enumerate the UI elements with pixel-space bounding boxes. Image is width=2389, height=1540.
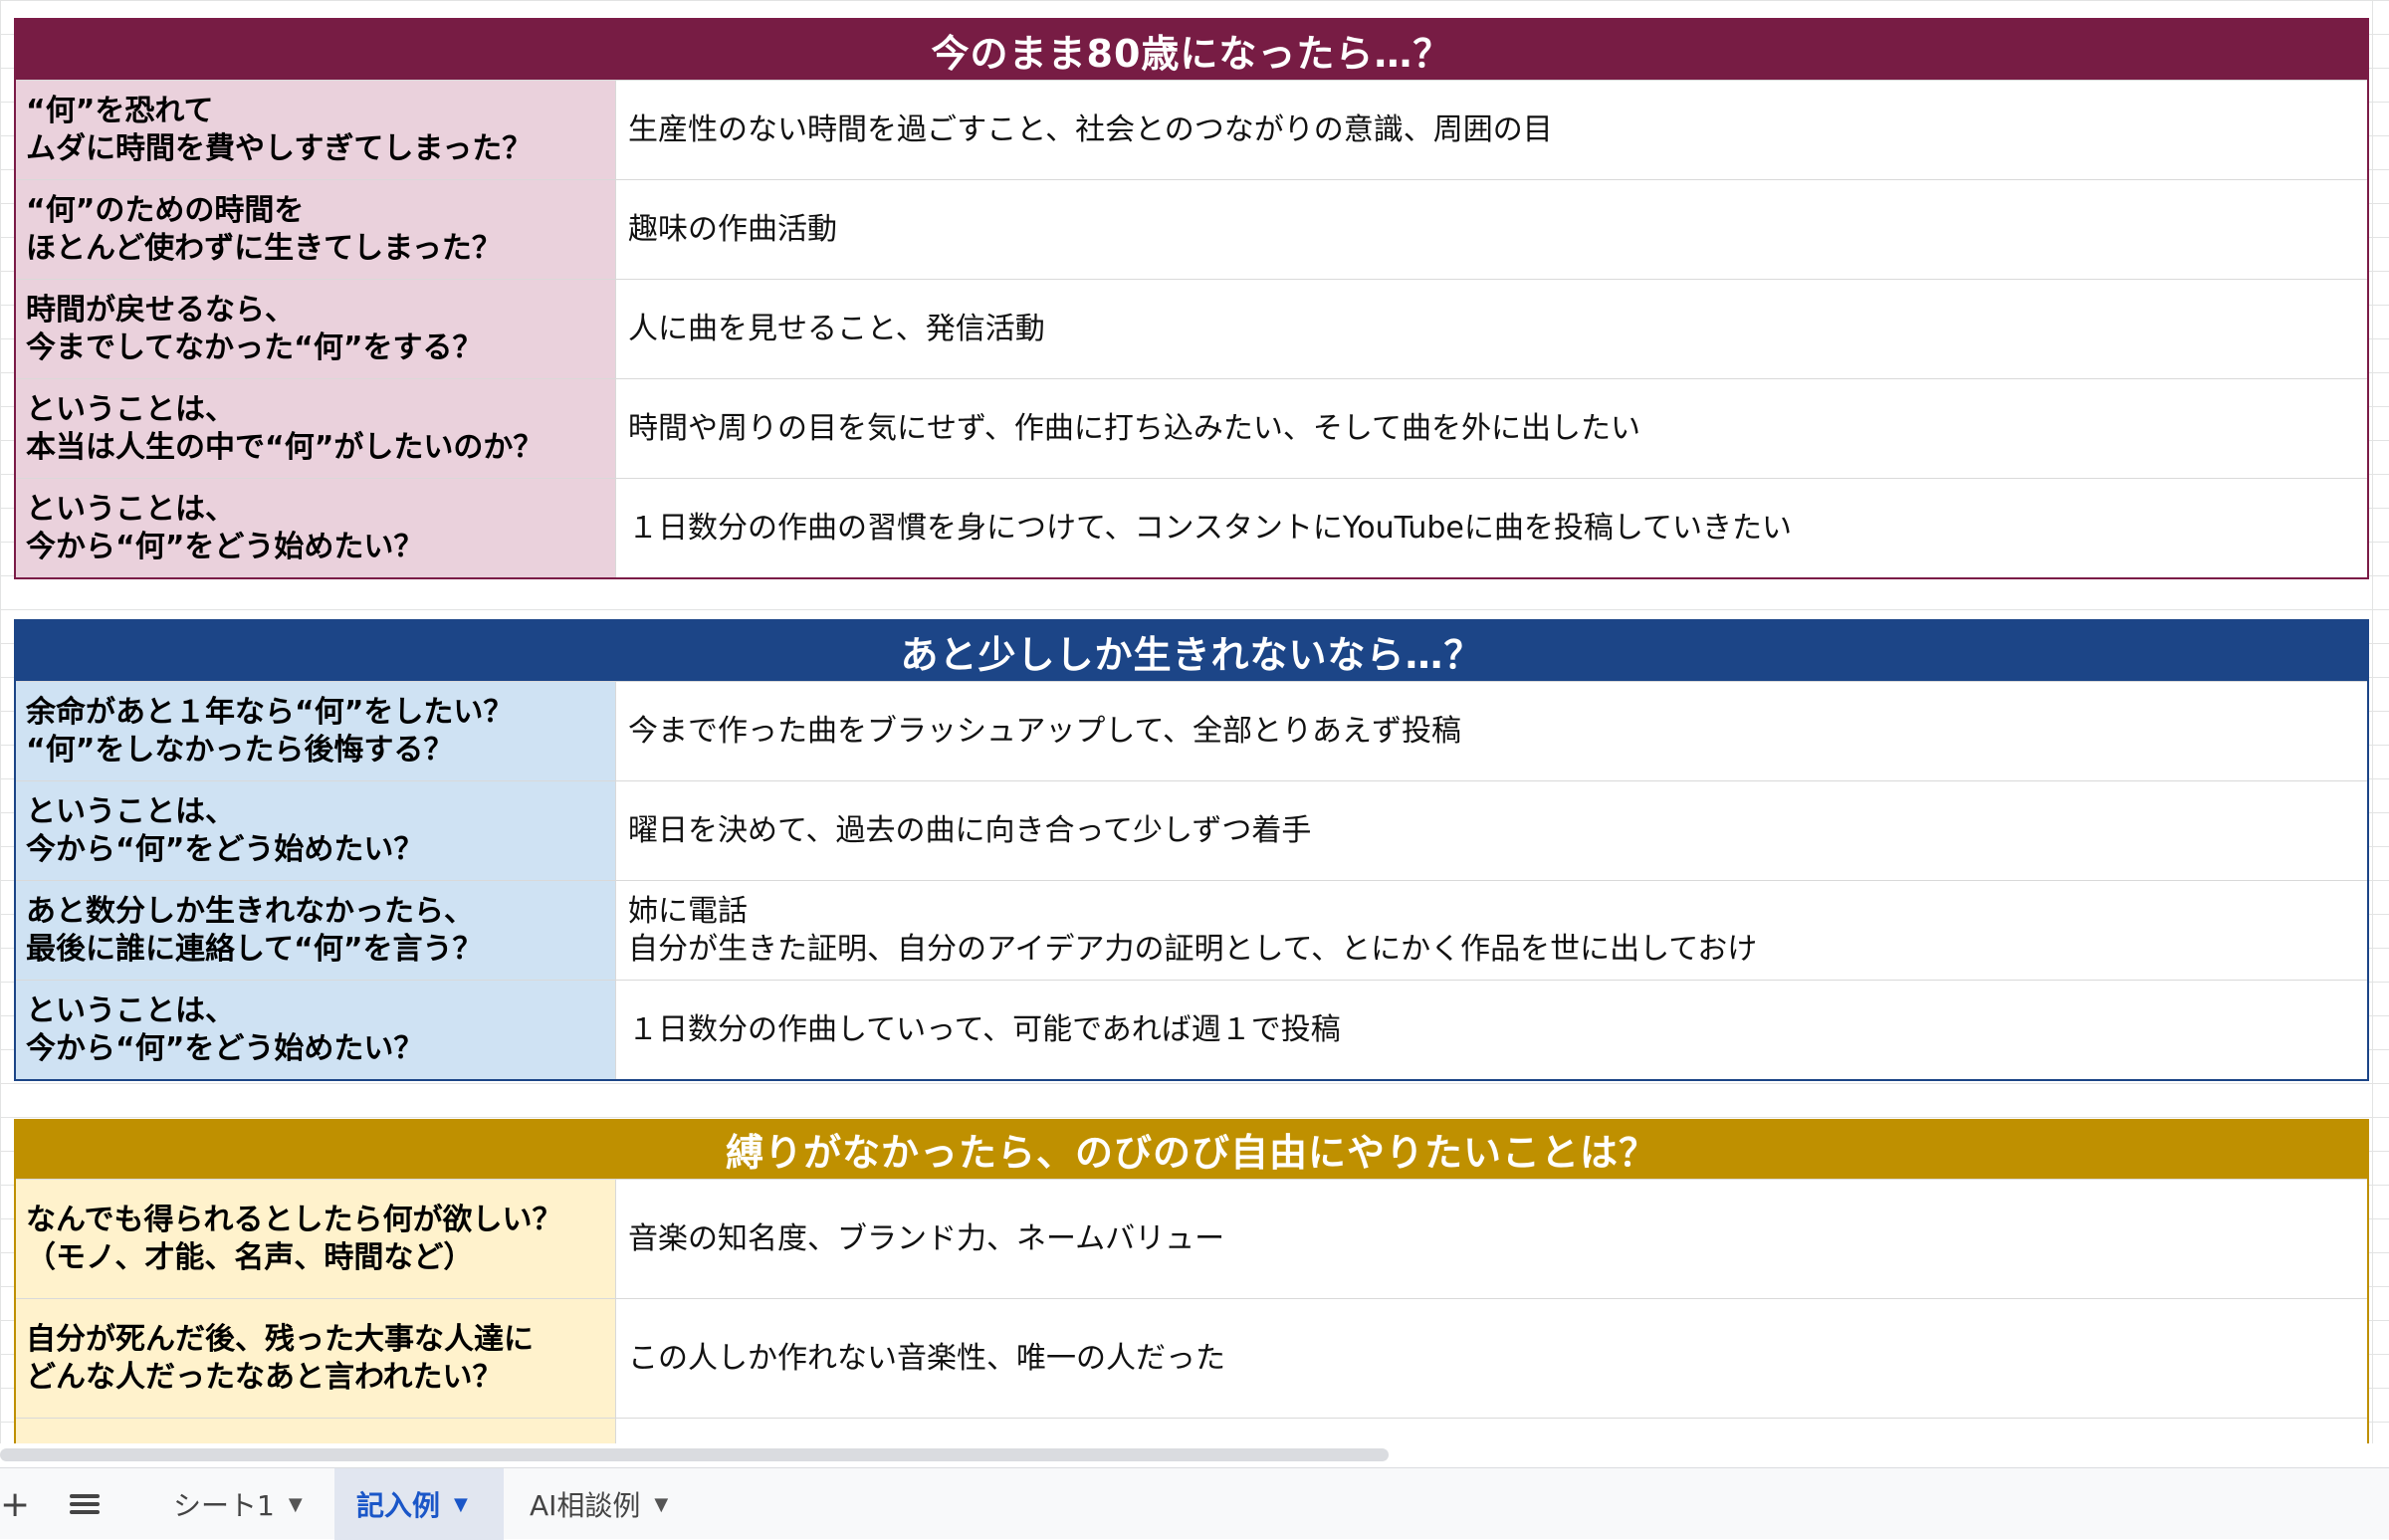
question-cell[interactable]: ということは、 今から“何”をどう始めたい？ bbox=[16, 981, 616, 1079]
question-cell[interactable]: 余命があと１年なら“何”をしたい？ “何”をしなかったら後悔する？ bbox=[16, 682, 616, 780]
question-cell[interactable]: “何”のための時間を ほとんど使わずに生きてしまった？ bbox=[16, 180, 616, 279]
answer-cell[interactable]: 時間や周りの目を気にせず、作曲に打ち込みたい、そして曲を外に出したい bbox=[616, 379, 2367, 478]
section-title[interactable]: 縛りがなかったら、のびのび自由にやりたいことは？ bbox=[16, 1119, 2367, 1179]
answer-cell[interactable]: 趣味の作曲活動 bbox=[616, 180, 2367, 279]
add-sheet-icon[interactable]: + bbox=[0, 1468, 30, 1540]
tab-example[interactable]: 記入例 ▼ bbox=[334, 1468, 504, 1540]
tab-ai-consultation[interactable]: AI相談例 ▼ bbox=[508, 1468, 707, 1540]
table-row: ということは、 本当は人生の中で“何”がしたいのか？ 時間や周りの目を気にせず、… bbox=[16, 378, 2367, 478]
spreadsheet-grid[interactable]: 今のまま80歳になったら…？ “何”を恐れて ムダに時間を費やしすぎてしまった？… bbox=[0, 0, 2389, 1443]
table-row: 余命があと１年なら“何”をしたい？ “何”をしなかったら後悔する？ 今まで作った… bbox=[16, 681, 2367, 780]
chevron-down-icon[interactable]: ▼ bbox=[289, 1494, 303, 1515]
question-cell[interactable]: ということは、 今から“何”をどう始めたい？ bbox=[16, 479, 616, 577]
answer-cell[interactable]: 生産性のない時間を過ごすこと、社会とのつながりの意識、周囲の目 bbox=[616, 81, 2367, 179]
table-row: なんでも得られるとしたら何が欲しい？ （モノ、才能、名声、時間など） 音楽の知名… bbox=[16, 1179, 2367, 1298]
table-row: “何”のための時間を ほとんど使わずに生きてしまった？ 趣味の作曲活動 bbox=[16, 179, 2367, 279]
chevron-down-icon[interactable]: ▼ bbox=[454, 1494, 468, 1515]
tab-label: AI相談例 bbox=[530, 1489, 641, 1522]
question-cell[interactable]: 自分が死んだ後、残った大事な人達に どんな人だったなあと言われたい？ bbox=[16, 1299, 616, 1418]
table-row: ということは、 今から“何”をどう始めたい？ １日数分の作曲していって、可能であ… bbox=[16, 980, 2367, 1079]
section-title[interactable]: あと少ししか生きれないなら…？ bbox=[16, 621, 2367, 681]
table-row: 時間が戻せるなら、 今までしてなかった“何”をする？ 人に曲を見せること、発信活… bbox=[16, 279, 2367, 378]
tab-sheet1[interactable]: シート1 ▼ bbox=[151, 1468, 328, 1540]
question-cell[interactable]: あと数分しか生きれなかったら、 最後に誰に連絡して“何”を言う？ bbox=[16, 881, 616, 980]
table-row: 自分が死んだ後、残った大事な人達に どんな人だったなあと言われたい？ この人しか… bbox=[16, 1298, 2367, 1418]
section-little-time-left: あと少ししか生きれないなら…？ 余命があと１年なら“何”をしたい？ “何”をしな… bbox=[14, 619, 2369, 1081]
answer-cell[interactable]: 人に曲を見せること、発信活動 bbox=[616, 280, 2367, 378]
answer-cell[interactable]: １日数分の作曲していって、可能であれば週１で投稿 bbox=[616, 981, 2367, 1079]
question-cell[interactable]: ということは、 今から“何”をどう始めたい？ bbox=[16, 781, 616, 880]
answer-cell[interactable]: 今まで作った曲をブラッシュアップして、全部とりあえず投稿 bbox=[616, 682, 2367, 780]
answer-cell[interactable]: １日数分の作曲の習慣を身につけて、コンスタントにYouTubeに曲を投稿していき… bbox=[616, 479, 2367, 577]
answer-cell[interactable] bbox=[616, 1419, 2367, 1443]
table-row: ということは、 今から“何”をどう始めたい？ 曜日を決めて、過去の曲に向き合って… bbox=[16, 780, 2367, 880]
section-title[interactable]: 今のまま80歳になったら…？ bbox=[16, 20, 2367, 80]
table-row: ということは、 今から“何”をどう始めたい？ １日数分の作曲の習慣を身につけて、… bbox=[16, 478, 2367, 577]
table-row: “何”を恐れて ムダに時間を費やしすぎてしまった？ 生産性のない時間を過ごすこと… bbox=[16, 80, 2367, 179]
horizontal-scrollbar[interactable] bbox=[0, 1448, 1389, 1461]
section-no-constraints: 縛りがなかったら、のびのび自由にやりたいことは？ なんでも得られるとしたら何が欲… bbox=[14, 1119, 2369, 1443]
chevron-down-icon[interactable]: ▼ bbox=[654, 1494, 668, 1515]
column-divider bbox=[2372, 0, 2373, 1443]
question-cell[interactable] bbox=[16, 1419, 616, 1443]
table-row bbox=[16, 1418, 2367, 1443]
question-cell[interactable]: 時間が戻せるなら、 今までしてなかった“何”をする？ bbox=[16, 280, 616, 378]
answer-cell[interactable]: 曜日を決めて、過去の曲に向き合って少しずつ着手 bbox=[616, 781, 2367, 880]
section-age-80: 今のまま80歳になったら…？ “何”を恐れて ムダに時間を費やしすぎてしまった？… bbox=[14, 18, 2369, 579]
table-row: あと数分しか生きれなかったら、 最後に誰に連絡して“何”を言う？ 姉に電話 自分… bbox=[16, 880, 2367, 980]
answer-cell[interactable]: 音楽の知名度、ブランド力、ネームバリュー bbox=[616, 1180, 2367, 1298]
answer-cell[interactable]: この人しか作れない音楽性、唯一の人だった bbox=[616, 1299, 2367, 1418]
sheet-tab-bar: + シート1 ▼ 記入例 ▼ AI相談例 ▼ bbox=[0, 1467, 2389, 1540]
all-sheets-menu-icon[interactable] bbox=[68, 1468, 104, 1540]
tab-label: 記入例 bbox=[356, 1489, 441, 1522]
question-cell[interactable]: なんでも得られるとしたら何が欲しい？ （モノ、才能、名声、時間など） bbox=[16, 1180, 616, 1298]
answer-cell[interactable]: 姉に電話 自分が生きた証明、自分のアイデア力の証明として、とにかく作品を世に出し… bbox=[616, 881, 2367, 980]
question-cell[interactable]: ということは、 本当は人生の中で“何”がしたいのか？ bbox=[16, 379, 616, 478]
tab-label: シート1 bbox=[173, 1489, 275, 1522]
question-cell[interactable]: “何”を恐れて ムダに時間を費やしすぎてしまった？ bbox=[16, 81, 616, 179]
